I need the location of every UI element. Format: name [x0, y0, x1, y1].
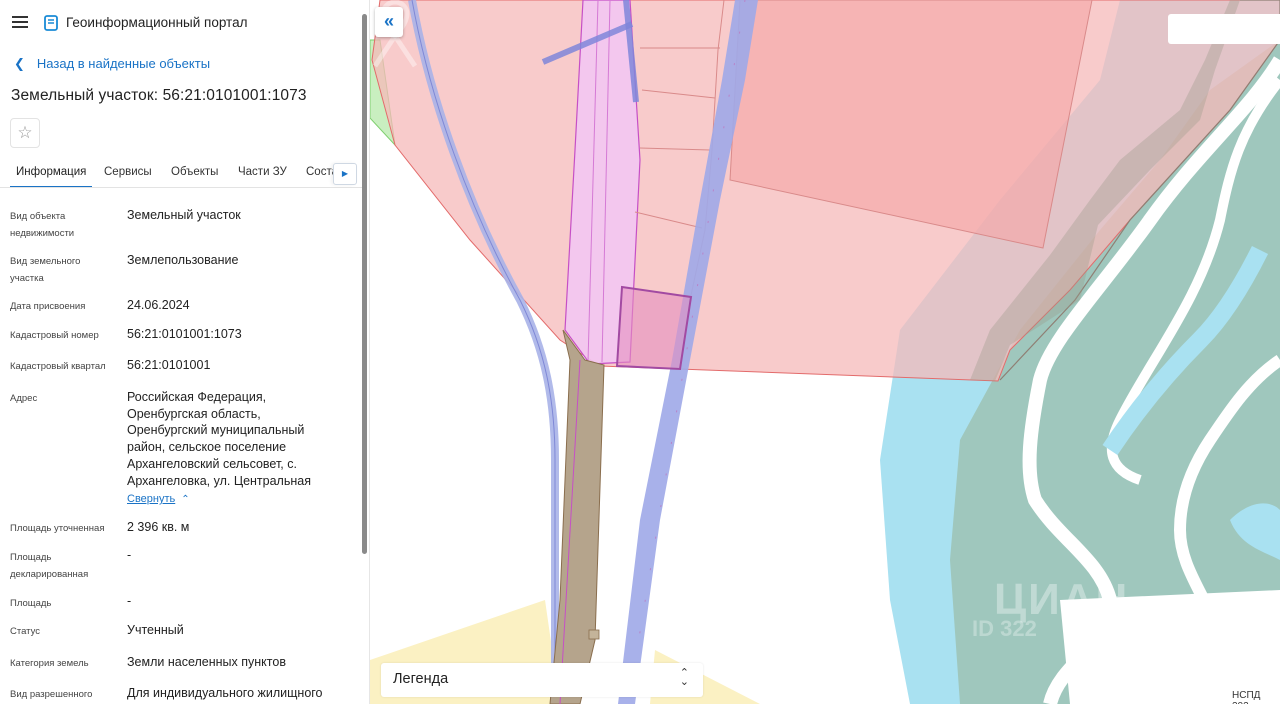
prop-label-land-category: Категория земель: [10, 658, 89, 669]
app-title: Геоинформационный портал: [66, 15, 248, 30]
portal-logo-icon: [44, 15, 58, 31]
back-link-label: Назад в найденные объекты: [36, 56, 211, 71]
watermark-subtext: ID 322: [972, 616, 1037, 641]
prop-label-area-declared: Площадь декларированная: [10, 552, 89, 580]
map-attribution: НСПД 202: [1230, 690, 1280, 704]
prop-value-cadastral-number: 56:21:0101001:1073: [127, 327, 242, 341]
caret-right-icon: ▶: [341, 169, 349, 178]
small-structure: [588, 629, 600, 640]
back-to-results-link[interactable]: ❮ Назад в найденные объекты: [14, 56, 210, 72]
prop-label-object-type: Вид объекта недвижимости: [10, 211, 75, 239]
selected-parcel[interactable]: [615, 285, 693, 371]
chevron-up-icon: ⌃: [181, 494, 190, 505]
tab-services[interactable]: Сервисы: [104, 158, 152, 187]
prop-value-status: Учтенный: [127, 623, 184, 637]
sidebar-scrollbar[interactable]: [362, 14, 367, 554]
prop-value-address: Российская Федерация, Оренбургская облас…: [127, 390, 311, 488]
updown-chevron-icon: ⌃ ⌄: [679, 667, 689, 688]
map-canvas[interactable]: ЦИАН ID 322: [370, 0, 1280, 704]
prop-value-cadastral-quarter: 56:21:0101001: [127, 358, 211, 372]
tab-objects[interactable]: Объекты: [171, 158, 218, 187]
map-search-input[interactable]: [1168, 14, 1280, 44]
legend-selector[interactable]: Легенда ⌃ ⌄: [381, 663, 703, 697]
star-icon: ☆: [17, 123, 33, 142]
favorite-star-button[interactable]: ☆: [10, 118, 40, 148]
prop-value-area-declared: -: [127, 548, 132, 562]
object-title: Земельный участок: 56:21:0101001:1073: [11, 87, 307, 104]
prop-label-status: Статус: [10, 626, 41, 637]
prop-label-cadastral-quarter: Кадастровый квартал: [10, 361, 106, 372]
prop-label-assign-date: Дата присвоения: [10, 301, 86, 312]
prop-label-address: Адрес: [10, 393, 38, 404]
double-chevron-left-icon: «: [383, 11, 394, 31]
tab-land-parts[interactable]: Части ЗУ: [238, 158, 287, 187]
collapse-address-link[interactable]: Свернуть ⌃: [127, 493, 190, 505]
chevron-left-icon: ❮: [14, 56, 25, 71]
prop-value-land-category: Земли населенных пунктов: [127, 655, 286, 669]
prop-label-area-refined: Площадь уточненная: [10, 523, 105, 534]
legend-label: Легенда: [393, 671, 449, 687]
prop-label-cadastral-number: Кадастровый номер: [10, 330, 99, 341]
tab-bar: Информация Сервисы Объекты Части ЗУ Сост…: [0, 158, 362, 188]
prop-value-area-refined: 2 396 кв. м: [127, 520, 190, 534]
prop-label-permitted-use: Вид разрешенного: [10, 689, 93, 700]
collapse-sidebar-button[interactable]: «: [375, 7, 403, 37]
prop-label-area: Площадь: [10, 598, 52, 609]
tabs-scroll-right-button[interactable]: ▶: [333, 163, 357, 185]
tab-information[interactable]: Информация: [10, 158, 93, 187]
prop-value-parcel-type: Землепользование: [127, 253, 239, 267]
info-sidebar: Геоинформационный портал ❮ Назад в найден…: [0, 0, 370, 704]
prop-value-assign-date: 24.06.2024: [127, 298, 190, 312]
prop-value-object-type: Земельный участок: [127, 208, 241, 222]
map-layers: [370, 0, 1280, 704]
sidebar-header: Геоинформационный портал: [0, 0, 369, 46]
collapse-link-label: Свернуть: [127, 493, 176, 505]
prop-value-permitted-use: Для индивидуального жилищного: [127, 686, 323, 700]
hamburger-icon[interactable]: [10, 13, 30, 33]
prop-label-parcel-type: Вид земельного участка: [10, 256, 81, 284]
prop-value-area: -: [127, 594, 132, 608]
